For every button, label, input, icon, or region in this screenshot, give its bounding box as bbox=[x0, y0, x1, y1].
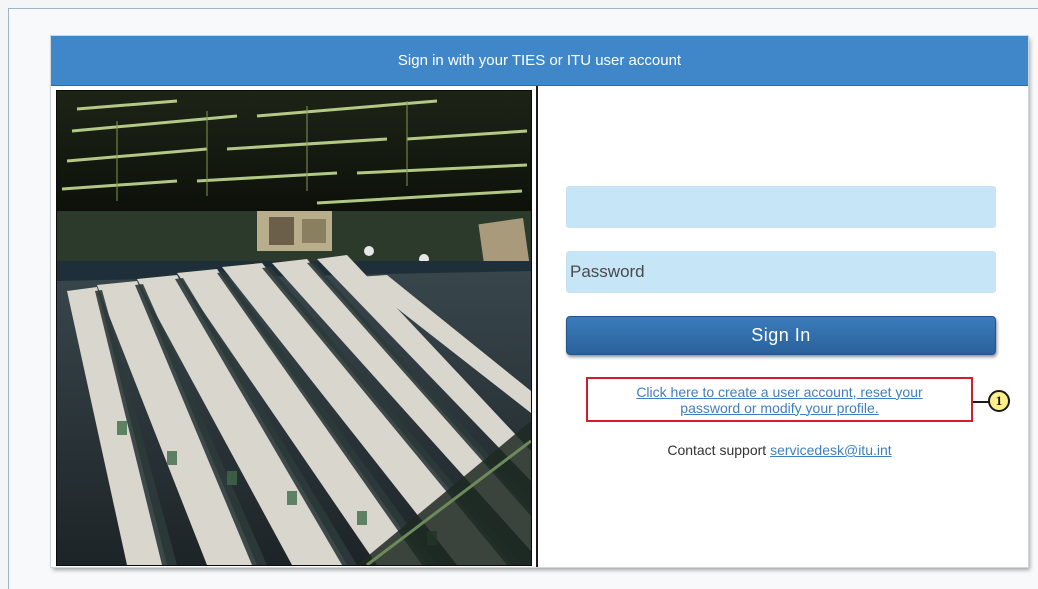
conference-hall-photo bbox=[56, 90, 532, 566]
login-card: Sign in with your TIES or ITU user accou… bbox=[51, 36, 1028, 567]
panel-divider bbox=[536, 86, 538, 567]
password-input[interactable] bbox=[566, 251, 996, 293]
account-link-line-2: password or modify your profile. bbox=[680, 399, 879, 416]
account-link-highlight: Click here to create a user account, res… bbox=[586, 377, 973, 422]
sign-in-button[interactable]: Sign In bbox=[566, 316, 996, 355]
contact-support: Contact support servicedesk@itu.int bbox=[586, 442, 973, 458]
conference-hall-image bbox=[57, 91, 531, 565]
username-input[interactable] bbox=[566, 186, 996, 228]
login-form: Sign In bbox=[566, 186, 996, 355]
callout-marker: 1 bbox=[988, 390, 1010, 412]
callout-number: 1 bbox=[995, 393, 1003, 408]
card-header: Sign in with your TIES or ITU user accou… bbox=[51, 36, 1028, 86]
support-email-link[interactable]: servicedesk@itu.int bbox=[770, 442, 892, 458]
manage-account-link[interactable]: Click here to create a user account, res… bbox=[636, 384, 922, 416]
callout-connector bbox=[973, 401, 989, 403]
contact-label: Contact support bbox=[667, 442, 767, 458]
header-title: Sign in with your TIES or ITU user accou… bbox=[397, 52, 682, 69]
account-link-line-1: Click here to create a user account, res… bbox=[636, 383, 923, 400]
